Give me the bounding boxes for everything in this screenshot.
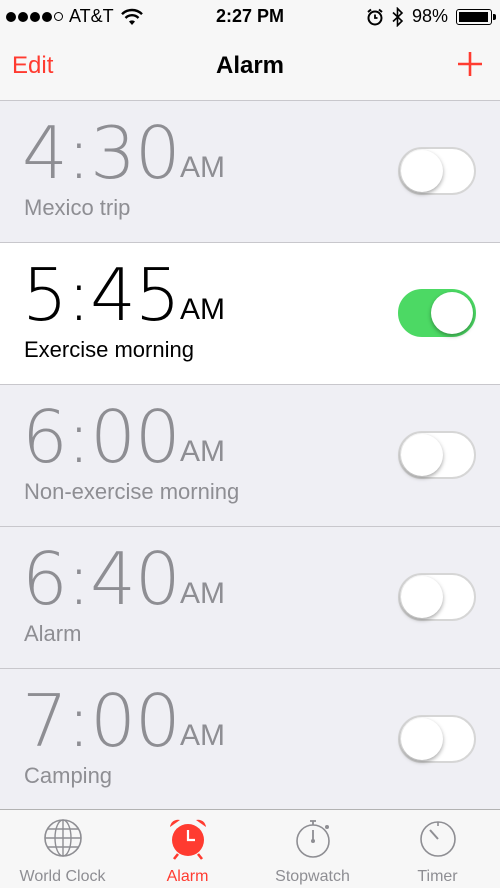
tab-alarm[interactable]: Alarm bbox=[125, 810, 250, 888]
plus-icon[interactable] bbox=[452, 46, 488, 82]
edit-button[interactable]: Edit bbox=[12, 52, 53, 80]
alarm-row[interactable]: 5:45 AM Exercise morning bbox=[0, 243, 500, 385]
battery-percent: 98% bbox=[411, 6, 448, 26]
toggle-knob bbox=[401, 150, 443, 192]
tab-label: Alarm bbox=[166, 868, 209, 885]
alarm-row[interactable]: 6:40 AM Alarm bbox=[0, 527, 500, 669]
alarm-toggle[interactable] bbox=[398, 431, 476, 479]
alarm-indicator-icon bbox=[367, 8, 383, 25]
alarm-label: Camping bbox=[24, 763, 113, 788]
globe-icon bbox=[43, 819, 82, 857]
toggle-knob bbox=[401, 434, 443, 476]
alarm-time: 6:40 bbox=[22, 537, 181, 621]
tab-label: Timer bbox=[417, 868, 458, 885]
alarm-label: Non-exercise morning bbox=[24, 479, 240, 504]
toggle-knob bbox=[401, 718, 443, 760]
alarm-toggle[interactable] bbox=[398, 573, 476, 621]
alarm-label: Mexico trip bbox=[24, 195, 131, 220]
toggle-knob bbox=[401, 576, 443, 618]
alarm-list: 4:30 AM Mexico trip 5:45 AM Exercise mor… bbox=[0, 101, 500, 811]
tab-timer[interactable]: Timer bbox=[375, 810, 500, 888]
alarm-time: 4:30 bbox=[22, 111, 181, 195]
alarm-toggle[interactable] bbox=[398, 147, 476, 195]
status-bar: AT&T 2:27 PM 98% bbox=[0, 0, 500, 34]
alarm-ampm: AM bbox=[180, 719, 225, 752]
alarm-ampm: AM bbox=[180, 577, 225, 610]
alarm-time: 7:00 bbox=[22, 679, 181, 763]
tab-stopwatch[interactable]: Stopwatch bbox=[250, 810, 375, 888]
alarm-ampm: AM bbox=[180, 151, 225, 184]
alarm-ampm: AM bbox=[180, 293, 225, 326]
page-title: Alarm bbox=[215, 52, 285, 79]
stopwatch-icon bbox=[295, 820, 330, 858]
alarm-toggle[interactable] bbox=[398, 289, 476, 337]
alarm-time: 6:00 bbox=[22, 395, 181, 479]
alarm-toggle[interactable] bbox=[398, 715, 476, 763]
alarm-row[interactable]: 4:30 AM Mexico trip bbox=[0, 101, 500, 243]
timer-icon bbox=[419, 821, 456, 857]
battery-icon bbox=[456, 8, 496, 25]
alarm-clock-icon bbox=[169, 819, 206, 860]
tab-world-clock[interactable]: World Clock bbox=[0, 810, 125, 888]
tab-label: World Clock bbox=[19, 868, 106, 885]
alarm-label: Exercise morning bbox=[24, 337, 194, 362]
alarm-label: Alarm bbox=[24, 621, 82, 646]
alarm-row[interactable]: 7:00 AM Camping bbox=[0, 669, 500, 811]
alarm-ampm: AM bbox=[180, 435, 225, 468]
tab-bar: World Clock Alarm Stopwatch Timer bbox=[0, 809, 500, 888]
status-right: 98% bbox=[366, 6, 496, 27]
bluetooth-icon bbox=[392, 6, 404, 27]
navigation-bar: Edit Alarm bbox=[0, 34, 500, 101]
tab-label: Stopwatch bbox=[275, 868, 350, 885]
toggle-knob bbox=[431, 292, 473, 334]
alarm-row[interactable]: 6:00 AM Non-exercise morning bbox=[0, 385, 500, 527]
alarm-time: 5:45 bbox=[22, 253, 181, 337]
